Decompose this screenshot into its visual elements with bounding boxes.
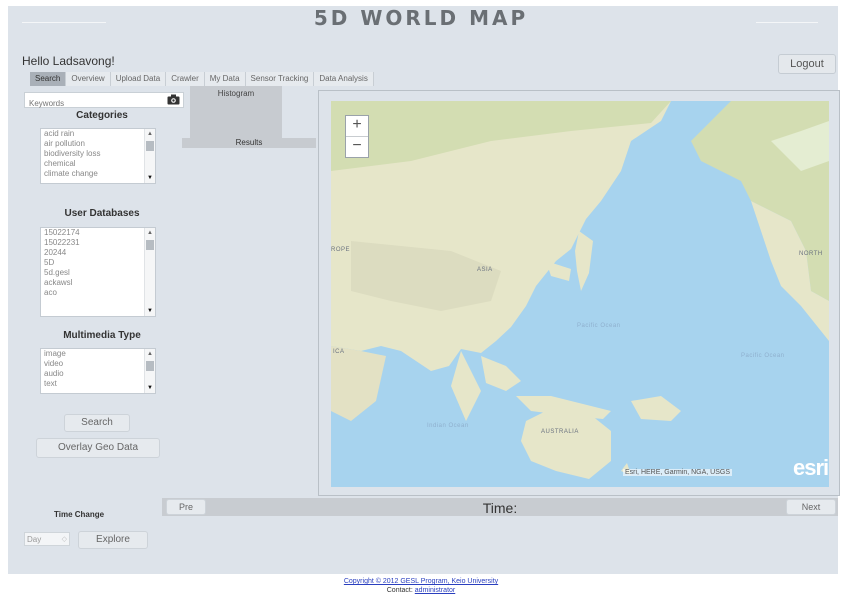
scroll-up-icon[interactable]: ▲ xyxy=(147,351,153,357)
explore-button[interactable]: Explore xyxy=(78,531,148,549)
category-item[interactable]: acid rain xyxy=(41,129,155,139)
tab-overview[interactable]: Overview xyxy=(66,72,111,86)
tab-upload-data[interactable]: Upload Data xyxy=(110,72,167,86)
categories-list[interactable]: acid rain air pollution biodiversity los… xyxy=(40,128,156,184)
database-item[interactable]: 20244 xyxy=(41,248,155,258)
map-basemap xyxy=(331,101,829,487)
results-label: Results xyxy=(182,138,316,148)
greeting-text: Hello Ladsavong! xyxy=(22,54,115,68)
multimedia-type-title: Multimedia Type xyxy=(63,330,141,341)
scroll-thumb[interactable] xyxy=(146,141,154,151)
camera-icon[interactable] xyxy=(167,94,180,105)
map-panel: + − ASIA AUSTRALIA Pacific Ocean Pacific… xyxy=(318,90,840,496)
administrator-link[interactable]: administrator xyxy=(415,587,455,594)
zoom-in-button[interactable]: + xyxy=(346,116,368,136)
histogram-panel: Histogram xyxy=(190,86,282,138)
database-item[interactable]: ackawsl xyxy=(41,278,155,288)
time-navigation-bar: Pre Time: Next xyxy=(162,498,838,516)
map-label-asia: ASIA xyxy=(477,267,493,273)
databases-scrollbar[interactable]: ▲ ▼ xyxy=(144,228,155,316)
map-label-australia: AUSTRALIA xyxy=(541,429,579,435)
scroll-thumb[interactable] xyxy=(146,240,154,250)
world-map[interactable]: + − ASIA AUSTRALIA Pacific Ocean Pacific… xyxy=(331,101,829,487)
map-label-north: NORTH xyxy=(799,251,823,257)
map-attribution: Esri, HERE, Garmin, NGA, USGS xyxy=(623,469,733,476)
category-item[interactable]: chemical xyxy=(41,159,155,169)
zoom-control: + − xyxy=(345,115,369,158)
time-unit-value: Day xyxy=(27,535,42,544)
map-label-pacific-ocean: Pacific Ocean xyxy=(577,323,621,329)
database-item[interactable]: 5D xyxy=(41,258,155,268)
database-item[interactable]: 5d.gesl xyxy=(41,268,155,278)
user-databases-title: User Databases xyxy=(64,208,140,219)
category-item[interactable]: biodiversity loss xyxy=(41,149,155,159)
tab-search[interactable]: Search xyxy=(30,72,67,86)
scroll-up-icon[interactable]: ▲ xyxy=(147,230,153,236)
media-type-item[interactable]: audio xyxy=(41,369,155,379)
chevron-updown-icon: ◇ xyxy=(61,536,67,543)
keywords-input[interactable] xyxy=(25,96,163,111)
tab-data-analysis[interactable]: Data Analysis xyxy=(314,72,374,86)
search-button[interactable]: Search xyxy=(64,414,130,432)
next-button[interactable]: Next xyxy=(786,499,836,515)
scroll-down-icon[interactable]: ▼ xyxy=(147,175,153,181)
tab-crawler[interactable]: Crawler xyxy=(166,72,205,86)
database-item[interactable]: aco xyxy=(41,288,155,298)
media-type-item[interactable]: image xyxy=(41,349,155,359)
map-label-pacific-ocean-east: Pacific Ocean xyxy=(741,353,785,359)
contact-label: Contact: xyxy=(386,587,413,594)
footer-copyright: Copyright © 2012 GESL Program, Keio Univ… xyxy=(0,578,842,585)
time-unit-select[interactable]: Day ◇ xyxy=(24,532,70,546)
overlay-geo-data-button[interactable]: Overlay Geo Data xyxy=(36,438,160,458)
main-tabs: Search Overview Upload Data Crawler My D… xyxy=(30,72,374,86)
categories-title: Categories xyxy=(76,110,128,121)
user-databases-list[interactable]: 15022174 15022231 20244 5D 5d.gesl ackaw… xyxy=(40,227,156,317)
map-label-indian-ocean: Indian Ocean xyxy=(427,423,469,429)
search-sidebar: Categories acid rain air pollution biodi… xyxy=(22,90,184,490)
map-label-ica: ICA xyxy=(333,349,345,355)
map-label-rope: ROPE xyxy=(331,247,351,253)
tab-sensor-tracking[interactable]: Sensor Tracking xyxy=(245,72,315,86)
database-item[interactable]: 15022174 xyxy=(41,228,155,238)
scroll-down-icon[interactable]: ▼ xyxy=(147,385,153,391)
category-item[interactable]: air pollution xyxy=(41,139,155,149)
time-change-title: Time Change xyxy=(54,510,105,519)
media-type-item[interactable]: video xyxy=(41,359,155,369)
zoom-out-button[interactable]: − xyxy=(346,136,368,157)
time-label: Time: xyxy=(482,500,518,516)
app-title: 5D WORLD MAP xyxy=(313,6,529,30)
footer-contact: Contact: administrator xyxy=(0,587,842,594)
keyword-search-box xyxy=(24,92,184,111)
copyright-link[interactable]: Copyright © 2012 GESL Program, Keio Univ… xyxy=(344,578,498,585)
scroll-up-icon[interactable]: ▲ xyxy=(147,131,153,137)
logout-button[interactable]: Logout xyxy=(778,54,836,74)
tab-my-data[interactable]: My Data xyxy=(204,72,246,86)
categories-scrollbar[interactable]: ▲ ▼ xyxy=(144,129,155,183)
media-type-item[interactable]: text xyxy=(41,379,155,389)
media-scrollbar[interactable]: ▲ ▼ xyxy=(144,349,155,393)
scroll-down-icon[interactable]: ▼ xyxy=(147,308,153,314)
database-item[interactable]: 15022231 xyxy=(41,238,155,248)
multimedia-type-list[interactable]: image video audio text ▲ ▼ xyxy=(40,348,156,394)
histogram-label: Histogram xyxy=(217,89,255,98)
scroll-thumb[interactable] xyxy=(146,361,154,371)
category-item[interactable]: climate change xyxy=(41,169,155,179)
esri-logo: esri xyxy=(793,455,829,480)
